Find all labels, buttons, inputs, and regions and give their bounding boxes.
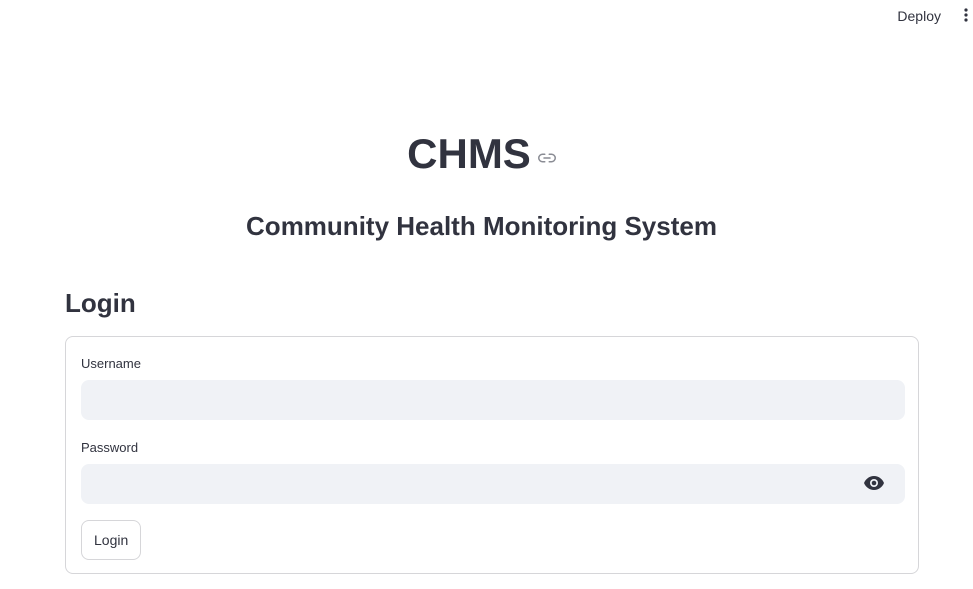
login-heading: Login: [65, 288, 136, 318]
password-label: Password: [81, 440, 139, 455]
username-label: Username: [81, 356, 141, 371]
deploy-button[interactable]: Deploy: [897, 0, 941, 32]
title-row: CHMS: [0, 126, 963, 182]
more-vertical-icon: [964, 7, 968, 25]
top-toolbar: Deploy: [897, 0, 973, 32]
username-input[interactable]: [81, 380, 905, 420]
login-form: Username Password Login: [65, 336, 919, 574]
page-subtitle: Community Health Monitoring System: [246, 211, 717, 241]
page-title: CHMS: [407, 130, 531, 177]
password-input[interactable]: [81, 464, 905, 504]
main-menu-button[interactable]: [961, 0, 971, 32]
link-icon[interactable]: [537, 149, 556, 167]
eye-icon: [864, 475, 884, 493]
login-button[interactable]: Login: [81, 520, 142, 560]
show-password-button[interactable]: [859, 469, 889, 499]
app-page: Deploy CHMS Community Health Monitoring …: [0, 0, 973, 589]
